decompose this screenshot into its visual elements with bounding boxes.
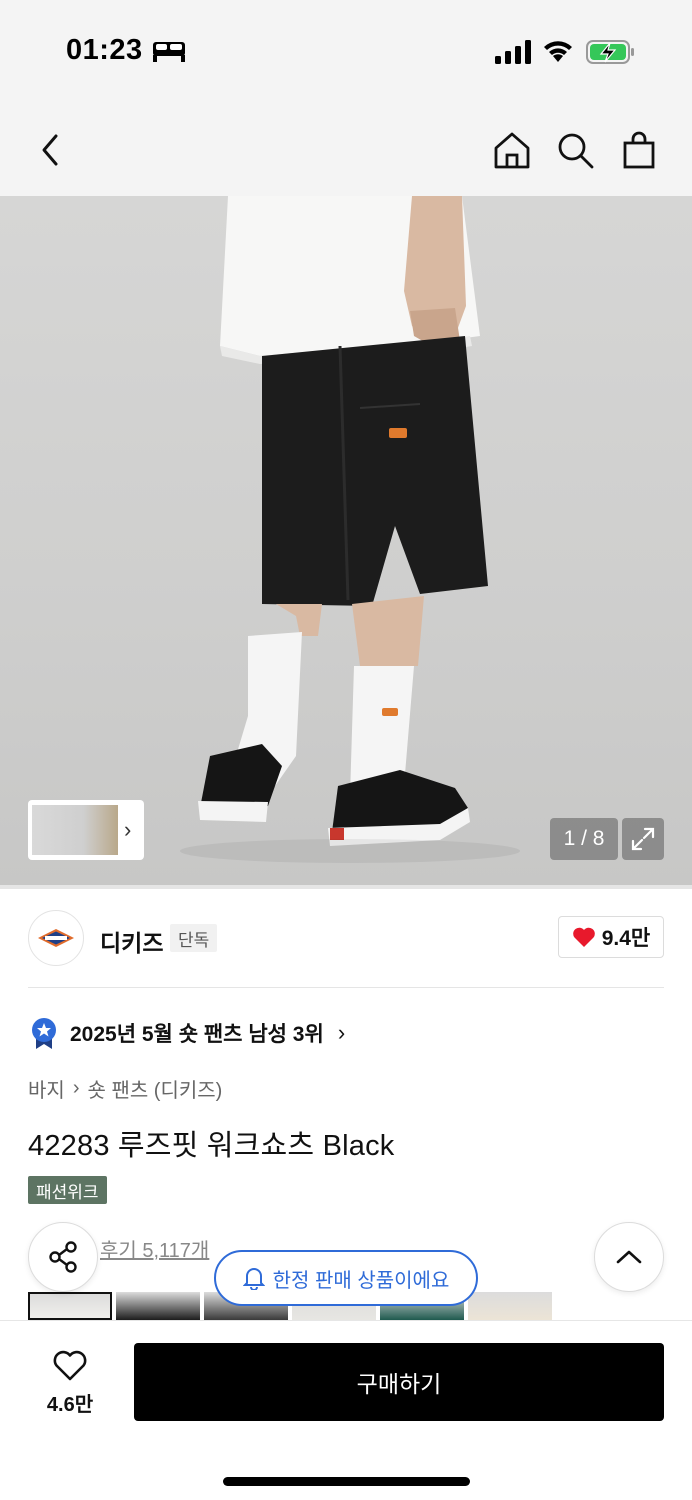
limited-sale-notice[interactable]: 한정 판매 상품이에요 bbox=[214, 1250, 478, 1306]
shopping-bag-icon bbox=[623, 131, 655, 169]
wishlist-count: 4.6만 bbox=[46, 1393, 94, 1416]
exclusive-badge: 단독 bbox=[170, 924, 218, 952]
home-button[interactable] bbox=[490, 128, 534, 172]
status-time: 01:23 bbox=[66, 34, 143, 66]
ranking-text: 2025년 5월 숏 팬츠 남성 3위 bbox=[70, 1023, 324, 1046]
expand-icon bbox=[631, 827, 655, 851]
top-nav-bar bbox=[0, 100, 692, 196]
bottom-action-bar: 4.6만 구매하기 bbox=[0, 1320, 692, 1500]
product-image-gallery[interactable]: › 1 / 8 bbox=[0, 196, 692, 886]
breadcrumb-category[interactable]: 바지 bbox=[28, 1074, 65, 1103]
scroll-to-top-button[interactable] bbox=[594, 1222, 664, 1292]
signal-icon bbox=[495, 40, 531, 64]
limited-sale-text: 한정 판매 상품이에요 bbox=[272, 1269, 450, 1292]
brand-like-button[interactable]: 9.4만 bbox=[558, 916, 664, 958]
brand-row: 디키즈 단독 9.4만 bbox=[28, 910, 664, 966]
ranking-medal-icon bbox=[32, 1018, 56, 1049]
color-option-thumbnail[interactable] bbox=[28, 1292, 112, 1320]
breadcrumb-separator-icon: › bbox=[72, 1077, 80, 1099]
gallery-thumbnail-preview bbox=[32, 805, 118, 855]
bed-icon bbox=[153, 42, 185, 62]
product-title: 42283 루즈핏 워크쇼츠 Black bbox=[28, 1130, 395, 1162]
buy-button[interactable]: 구매하기 bbox=[134, 1343, 664, 1421]
heart-filled-icon bbox=[572, 927, 595, 947]
expand-image-button[interactable] bbox=[622, 818, 664, 860]
color-option-thumbnail[interactable] bbox=[116, 1292, 200, 1320]
brand-like-count: 9.4만 bbox=[601, 927, 651, 950]
gallery-thumbnail-button[interactable]: › bbox=[28, 800, 144, 860]
product-photo bbox=[180, 196, 520, 863]
home-icon bbox=[494, 132, 530, 169]
back-arrow-icon bbox=[42, 134, 58, 166]
battery-charging-icon bbox=[586, 40, 634, 64]
gallery-page-counter: 1 / 8 bbox=[550, 818, 618, 860]
breadcrumb-subcategory[interactable]: 숏 팬츠 (디키즈) bbox=[87, 1074, 222, 1103]
color-option-thumbnail[interactable] bbox=[468, 1292, 552, 1320]
review-count-link[interactable]: 후기 5,117개 bbox=[100, 1234, 209, 1263]
search-icon bbox=[558, 133, 594, 169]
divider bbox=[28, 987, 664, 988]
heart-outline-icon bbox=[53, 1350, 87, 1380]
chevron-up-icon bbox=[616, 1250, 642, 1264]
search-button[interactable] bbox=[553, 128, 597, 172]
bell-icon bbox=[242, 1268, 265, 1290]
wifi-icon bbox=[544, 41, 572, 62]
back-button[interactable] bbox=[28, 128, 72, 172]
share-button[interactable] bbox=[28, 1222, 98, 1292]
dickies-logo-icon bbox=[38, 929, 74, 947]
status-bar: 01:23 bbox=[0, 0, 692, 100]
fashion-week-tag: 패션위크 bbox=[28, 1176, 107, 1204]
brand-logo[interactable] bbox=[28, 910, 84, 966]
chevron-right-icon: › bbox=[337, 1020, 346, 1045]
ranking-link[interactable]: 2025년 5월 숏 팬츠 남성 3위 › bbox=[28, 1016, 345, 1050]
brand-name[interactable]: 디키즈 bbox=[100, 924, 163, 958]
breadcrumb: 바지 › 숏 팬츠 (디키즈) bbox=[28, 1074, 222, 1103]
chevron-right-icon: › bbox=[124, 817, 132, 842]
wishlist-button[interactable]: 4.6만 bbox=[30, 1345, 110, 1421]
shopping-bag-button[interactable] bbox=[617, 128, 661, 172]
home-indicator bbox=[223, 1477, 470, 1486]
share-icon bbox=[49, 1241, 77, 1273]
gallery-progress-track bbox=[0, 885, 692, 889]
